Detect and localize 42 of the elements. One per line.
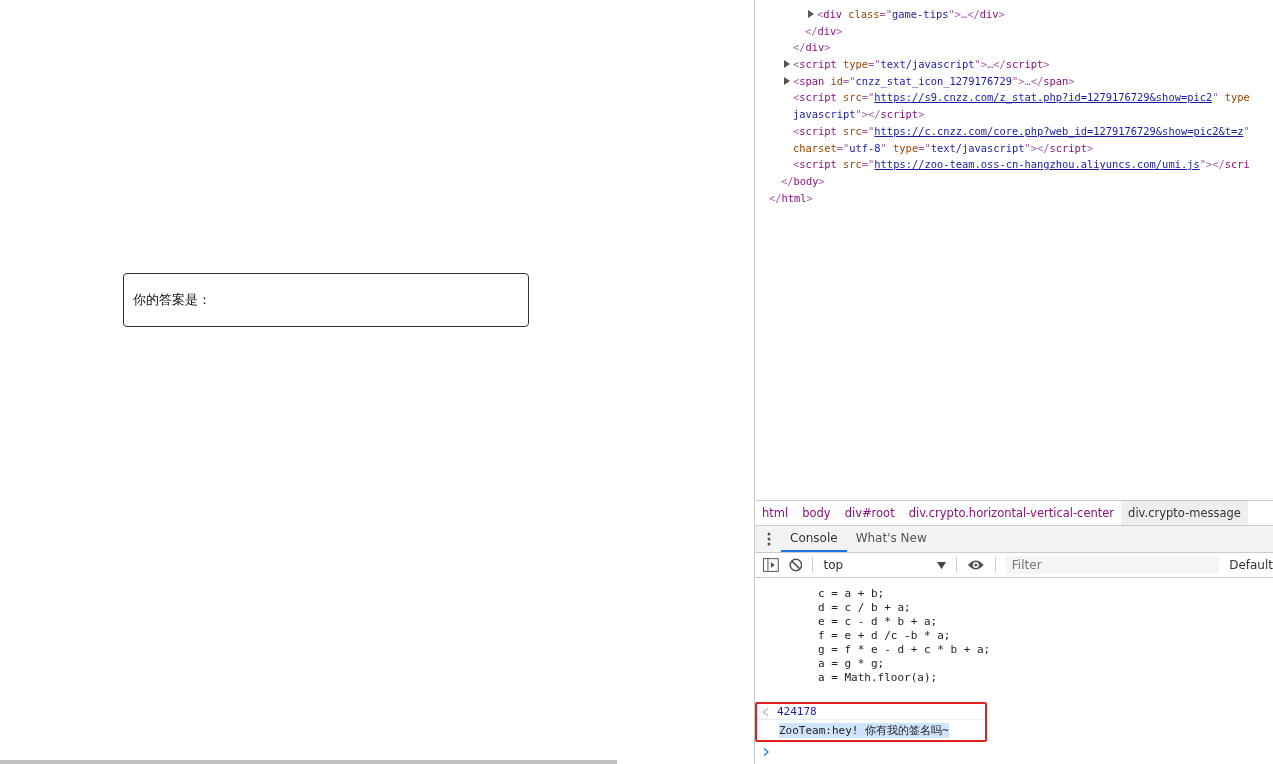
- breadcrumb-item[interactable]: div.crypto-message: [1121, 501, 1248, 525]
- breadcrumb-item[interactable]: div#root: [837, 501, 902, 525]
- dom-node-text: <script type="text/javascript">…</script>: [793, 58, 1050, 71]
- context-dropdown[interactable]: top: [823, 558, 947, 572]
- sidebar-toggle-icon[interactable]: [763, 558, 779, 572]
- drawer-tab[interactable]: What's New: [846, 526, 936, 552]
- expand-triangle-icon[interactable]: [784, 60, 790, 69]
- dom-node-text: <span id="cnzz_stat_icon_1279176729">…</span>: [793, 74, 1075, 87]
- dom-closing-tag: </div>: [793, 41, 831, 54]
- breadcrumb-item[interactable]: div.crypto.horizontal-vertical-center: [901, 501, 1122, 525]
- breadcrumb-item[interactable]: html: [755, 501, 796, 525]
- horizontal-scrollbar[interactable]: [0, 760, 617, 764]
- breadcrumb-item[interactable]: body: [795, 501, 838, 525]
- code-line: d = c / b + a;: [818, 601, 912, 615]
- log-levels-dropdown[interactable]: Default: [1229, 558, 1273, 572]
- code-line: a = g * g;: [818, 657, 886, 671]
- more-options-icon[interactable]: [767, 532, 771, 546]
- code-line: c = a + b;: [818, 587, 886, 601]
- code-line: e = c - d * b + a;: [818, 615, 939, 629]
- dom-node-text: <div class="game-tips">…</div>: [817, 8, 1005, 20]
- log-message: ZooTeam:hey! 你有我的签名吗~: [779, 722, 949, 738]
- drawer-tab[interactable]: Console: [781, 526, 847, 552]
- dom-node-text: charset="utf-8" type="text/javascript"></script>: [793, 141, 1094, 154]
- dom-closing-tag: </html>: [769, 191, 813, 204]
- eye-icon[interactable]: [967, 559, 985, 571]
- dom-node-text: <script src="https://c.cnzz.com/core.php?web_id=1279176729&show=pic2&t=z": [793, 124, 1250, 137]
- prompt-chevron-icon[interactable]: [763, 748, 769, 756]
- filter-field[interactable]: Filter: [1005, 556, 1220, 574]
- dom-closing-tag: </body>: [781, 174, 825, 187]
- answer-label: 你的答案是：: [133, 291, 211, 309]
- dom-node-text: <script src="https://s9.cnzz.com/z_stat.php?id=1279176729&show=pic2" type: [793, 91, 1250, 104]
- code-line: f = e + d /c -b * a;: [818, 629, 952, 643]
- dom-node-text: <script src="https://zoo-team.oss-cn-hangzhou.aliyuncs.com/umi.js"></scri: [793, 158, 1250, 171]
- expand-triangle-icon[interactable]: [808, 10, 814, 18]
- expand-triangle-icon[interactable]: [784, 76, 790, 85]
- dom-closing-tag: </div>: [805, 24, 843, 37]
- code-line: g = f * e - d + c * b + a;: [818, 643, 992, 657]
- dom-node-text: javascript"></script>: [793, 108, 925, 121]
- clear-console-icon[interactable]: [788, 558, 803, 572]
- result-value: 424178: [777, 705, 817, 718]
- code-line: a = Math.floor(a);: [818, 671, 939, 685]
- dropdown-caret-icon: [937, 561, 947, 569]
